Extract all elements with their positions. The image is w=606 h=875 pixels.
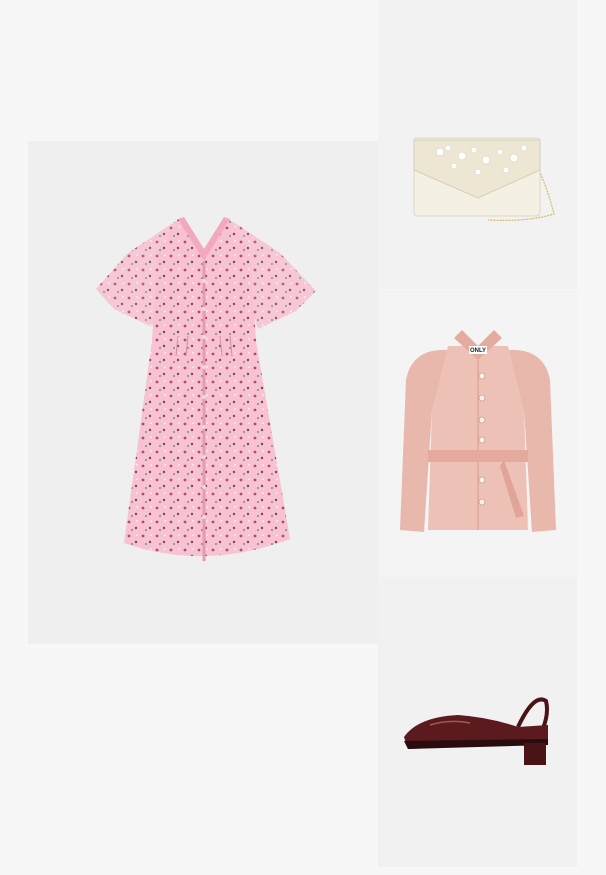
puff-sleeve-jacket-image: ONLY (400, 330, 556, 532)
floral-dress-image (96, 217, 316, 561)
dress-product-tile[interactable] (28, 141, 378, 644)
brand-tag: ONLY (470, 348, 486, 354)
jacket-product-tile[interactable]: ONLY (378, 290, 577, 577)
shoe-product-tile[interactable] (378, 577, 577, 867)
beaded-clutch-image (413, 137, 555, 221)
slingback-shoe-image (404, 697, 549, 765)
clutch-product-tile[interactable] (378, 0, 577, 289)
